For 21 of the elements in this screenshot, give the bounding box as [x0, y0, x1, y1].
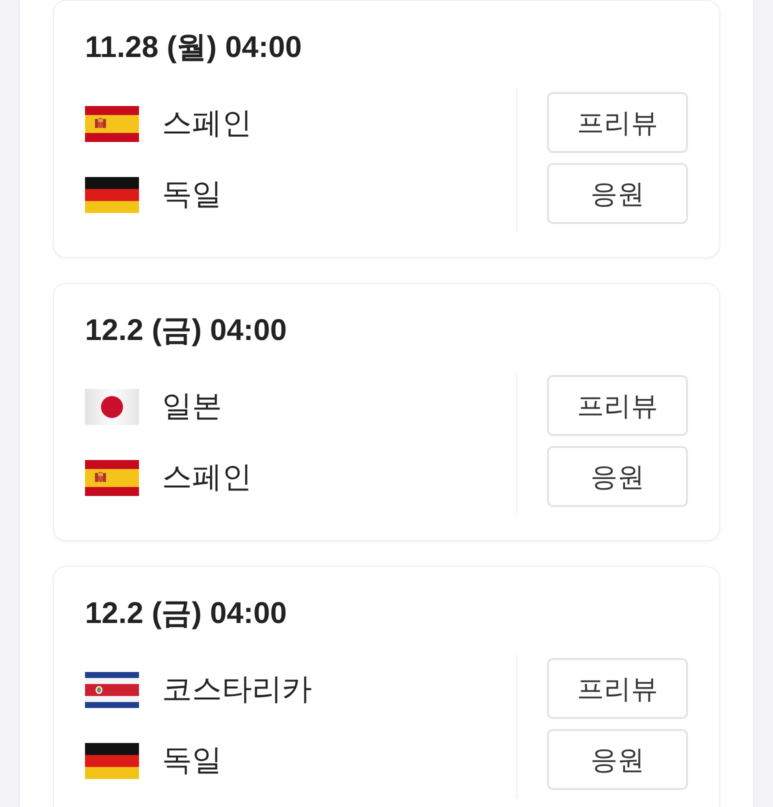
match-button[interactable]: 프리뷰 — [547, 658, 688, 719]
match-button[interactable]: 응원 — [547, 446, 688, 507]
team-name: 스페인 — [162, 106, 252, 142]
match-button[interactable]: 프리뷰 — [547, 375, 688, 436]
spain-flag-icon — [85, 460, 139, 496]
spain-flag-icon — [85, 106, 139, 142]
team-name: 스페인 — [162, 460, 252, 496]
match-datetime: 12.2 (금) 04:00 — [85, 596, 287, 632]
match-button[interactable]: 프리뷰 — [547, 92, 688, 153]
japan-flag-icon — [85, 388, 139, 424]
germany-flag-icon — [85, 742, 139, 778]
germany-flag-icon — [85, 176, 139, 212]
team-name: 독일 — [162, 176, 222, 212]
match-datetime: 11.28 (월) 04:00 — [85, 30, 302, 66]
team-name: 일본 — [162, 388, 222, 424]
match-datetime: 12.2 (금) 04:00 — [85, 313, 287, 349]
team-name: 코스타리카 — [162, 672, 312, 708]
match-button[interactable]: 응원 — [547, 163, 688, 224]
match-button[interactable]: 응원 — [547, 729, 688, 790]
costa-rica-flag-icon — [85, 672, 139, 708]
team-name: 독일 — [162, 742, 222, 778]
